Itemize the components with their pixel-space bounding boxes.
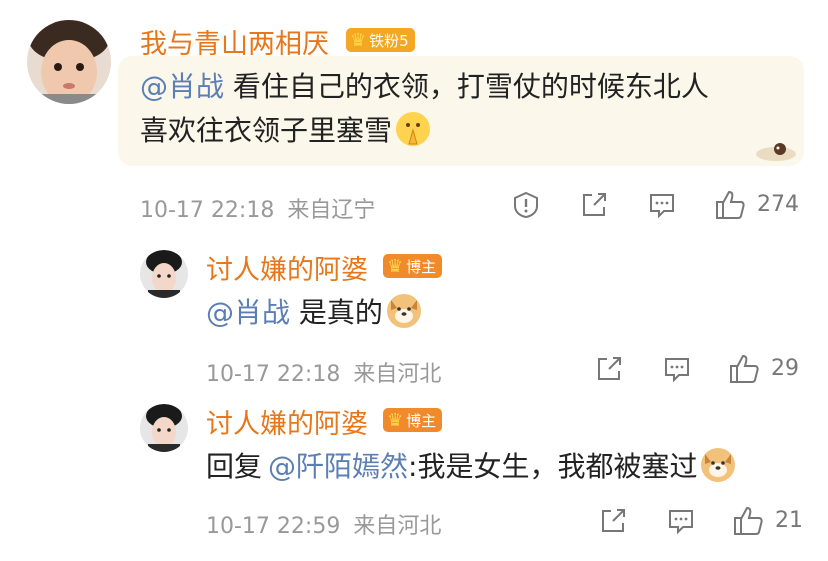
reply-item: 讨人嫌的阿婆 ♛ 博主 @肖战 是真的 10-17 22:18 来自河北 29	[0, 240, 828, 390]
reply-text-content: 是真的	[290, 296, 383, 329]
share-icon[interactable]	[579, 190, 609, 220]
location: 来自河北	[353, 514, 442, 539]
avatar[interactable]	[27, 20, 111, 104]
like-icon[interactable]	[727, 352, 761, 386]
mention-link[interactable]: @肖战	[206, 296, 290, 329]
like-icon[interactable]	[731, 504, 765, 538]
mention-link[interactable]: @肖战	[140, 70, 224, 103]
dog-emoji-icon	[701, 448, 736, 482]
reply-text: 回复 @阡陌嫣然:我是女生，我都被塞过	[206, 444, 736, 490]
share-icon[interactable]	[594, 354, 624, 384]
comment-text-line1: 看住自己的衣领，打雪仗的时候东北人	[224, 70, 709, 103]
like-icon[interactable]	[713, 188, 747, 222]
comment-icon[interactable]	[666, 506, 696, 536]
comment-item: 我与青山两相厌 ♛ 铁粉5 @肖战 看住自己的衣领，打雪仗的时候东北人 喜欢往衣…	[0, 0, 828, 230]
comment-text-line2-row: 喜欢往衣领子里塞雪	[140, 108, 431, 154]
reply-text: @肖战 是真的	[206, 290, 421, 336]
like-count: 29	[771, 356, 799, 381]
dog-emoji-icon	[386, 294, 421, 328]
like-count: 21	[775, 508, 803, 533]
timestamp: 10-17 22:18	[140, 198, 275, 223]
comment-icon[interactable]	[647, 190, 677, 220]
avatar[interactable]	[140, 404, 188, 452]
reply-meta: 10-17 22:18 来自河北	[206, 356, 441, 388]
location: 来自辽宁	[287, 198, 376, 223]
crown-icon: ♛	[387, 255, 404, 277]
pray-emoji-icon	[396, 112, 431, 146]
avatar[interactable]	[140, 250, 188, 298]
share-icon[interactable]	[598, 506, 628, 536]
crown-icon: ♛	[350, 29, 367, 51]
crown-icon: ♛	[387, 409, 404, 431]
badge-label: 铁粉5	[369, 31, 409, 50]
reply-item: 讨人嫌的阿婆 ♛ 博主 回复 @阡陌嫣然:我是女生，我都被塞过 10-17 22:…	[0, 400, 828, 561]
comment-text: @肖战 看住自己的衣领，打雪仗的时候东北人	[140, 64, 709, 110]
reply-meta: 10-17 22:59 来自河北	[206, 508, 441, 540]
like-count: 274	[757, 192, 799, 217]
timestamp: 10-17 22:59	[206, 514, 341, 539]
reply-text-content: :我是女生，我都被塞过	[408, 450, 698, 483]
host-badge: ♛ 博主	[383, 254, 443, 278]
mention-link[interactable]: @阡陌嫣然	[268, 450, 408, 483]
username[interactable]: 讨人嫌的阿婆	[206, 248, 368, 287]
reply-prefix: 回复	[206, 450, 263, 483]
username[interactable]: 我与青山两相厌	[140, 22, 329, 61]
fan-badge: ♛ 铁粉5	[346, 28, 415, 52]
timestamp: 10-17 22:18	[206, 362, 341, 387]
username[interactable]: 讨人嫌的阿婆	[206, 402, 368, 441]
host-badge: ♛ 博主	[383, 408, 443, 432]
comment-meta: 10-17 22:18 来自辽宁	[140, 192, 375, 224]
location: 来自河北	[353, 362, 442, 387]
comment-icon[interactable]	[662, 354, 692, 384]
comment-text-line2: 喜欢往衣领子里塞雪	[140, 114, 393, 147]
badge-label: 博主	[406, 411, 437, 430]
report-icon[interactable]	[511, 190, 541, 220]
badge-label: 博主	[406, 257, 437, 276]
